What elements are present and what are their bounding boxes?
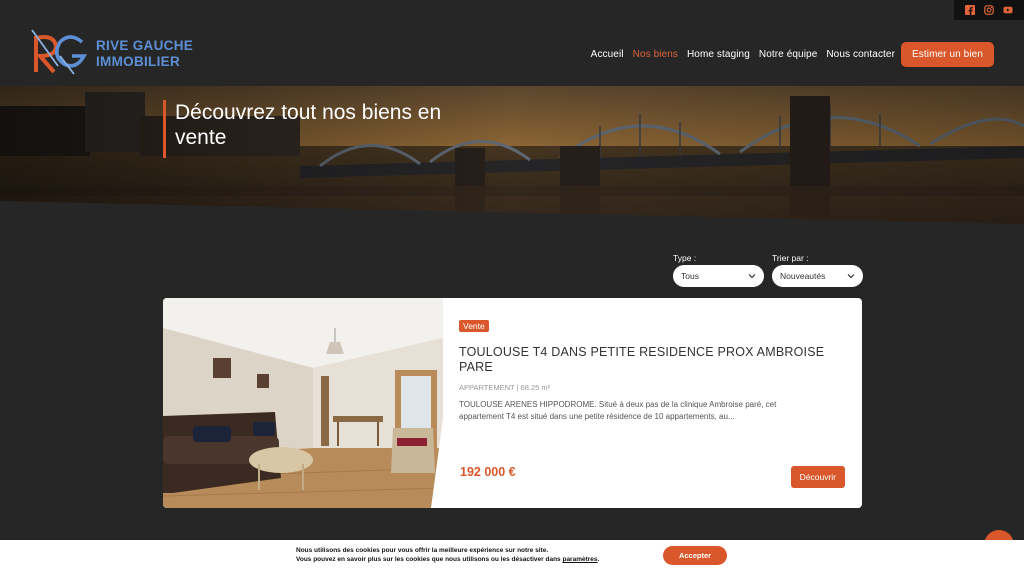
cookie-settings-link[interactable]: paramètres	[562, 556, 597, 563]
nav-nous-contacter[interactable]: Nous contacter	[826, 49, 895, 60]
type-filter: Type : Tous	[673, 253, 764, 287]
chevron-down-icon	[748, 274, 756, 279]
listing-details: Vente TOULOUSE T4 DANS PETITE RESIDENCE …	[443, 298, 862, 508]
listing-photo[interactable]	[163, 298, 443, 508]
cookie-line1: Nous utilisons des cookies pour vous off…	[296, 547, 549, 554]
sort-select[interactable]: Nouveautés	[772, 265, 863, 287]
cookie-line2-text: Vous pouvez en savoir plus sur les cooki…	[296, 556, 563, 563]
cookie-banner: Nous utilisons des cookies pour vous off…	[0, 540, 1024, 571]
type-select-value: Tous	[681, 271, 699, 281]
page-title: Découvrez tout nos biens en vente	[175, 101, 442, 149]
sort-filter: Trier par : Nouveautés	[772, 253, 863, 287]
brand-name-line2: IMMOBILIER	[96, 54, 180, 69]
nav-accueil[interactable]: Accueil	[591, 49, 624, 60]
listing-meta: APPARTEMENT | 68.25 m²	[459, 383, 551, 392]
listing-description: TOULOUSE ARENES HIPPODROME. Situé à deux…	[459, 400, 777, 421]
nav-notre-equipe[interactable]: Notre équipe	[759, 49, 817, 60]
cookie-message: Nous utilisons des cookies pour vous off…	[296, 546, 599, 564]
accept-cookies-button[interactable]: Accepter	[663, 546, 727, 565]
listing-card[interactable]: Vente TOULOUSE T4 DANS PETITE RESIDENCE …	[163, 298, 862, 508]
sort-select-value: Nouveautés	[780, 271, 826, 281]
brand-logo[interactable]: RIVE GAUCHE IMMOBILIER	[30, 26, 200, 82]
chevron-down-icon	[847, 274, 855, 279]
sort-filter-label: Trier par :	[772, 253, 809, 263]
listing-price: 192 000 €	[460, 465, 516, 479]
hero-bridge-image	[0, 86, 1024, 228]
type-select[interactable]: Tous	[673, 265, 764, 287]
site-header: RIVE GAUCHE IMMOBILIER Accueil Nos biens…	[0, 0, 1024, 86]
nav-nos-biens[interactable]: Nos biens	[633, 49, 678, 60]
hero-banner: Découvrez tout nos biens en vente	[0, 86, 1024, 228]
listing-title[interactable]: TOULOUSE T4 DANS PETITE RESIDENCE PROX A…	[459, 345, 846, 375]
status-badge: Vente	[459, 320, 489, 332]
hero-title-block: Découvrez tout nos biens en vente	[163, 100, 483, 158]
living-room-image	[163, 298, 443, 508]
main-nav: Accueil Nos biens Home staging Notre équ…	[582, 42, 994, 67]
rg-monogram-logo	[31, 29, 88, 75]
nav-home-staging[interactable]: Home staging	[687, 49, 750, 60]
brand-name-line1: RIVE GAUCHE	[96, 38, 194, 53]
discover-button[interactable]: Découvrir	[790, 466, 845, 488]
estimate-button[interactable]: Estimer un bien	[901, 42, 994, 67]
cookie-line2: Vous pouvez en savoir plus sur les cooki…	[296, 555, 599, 564]
cookie-line2-end: .	[597, 556, 600, 563]
type-filter-label: Type :	[673, 253, 697, 263]
